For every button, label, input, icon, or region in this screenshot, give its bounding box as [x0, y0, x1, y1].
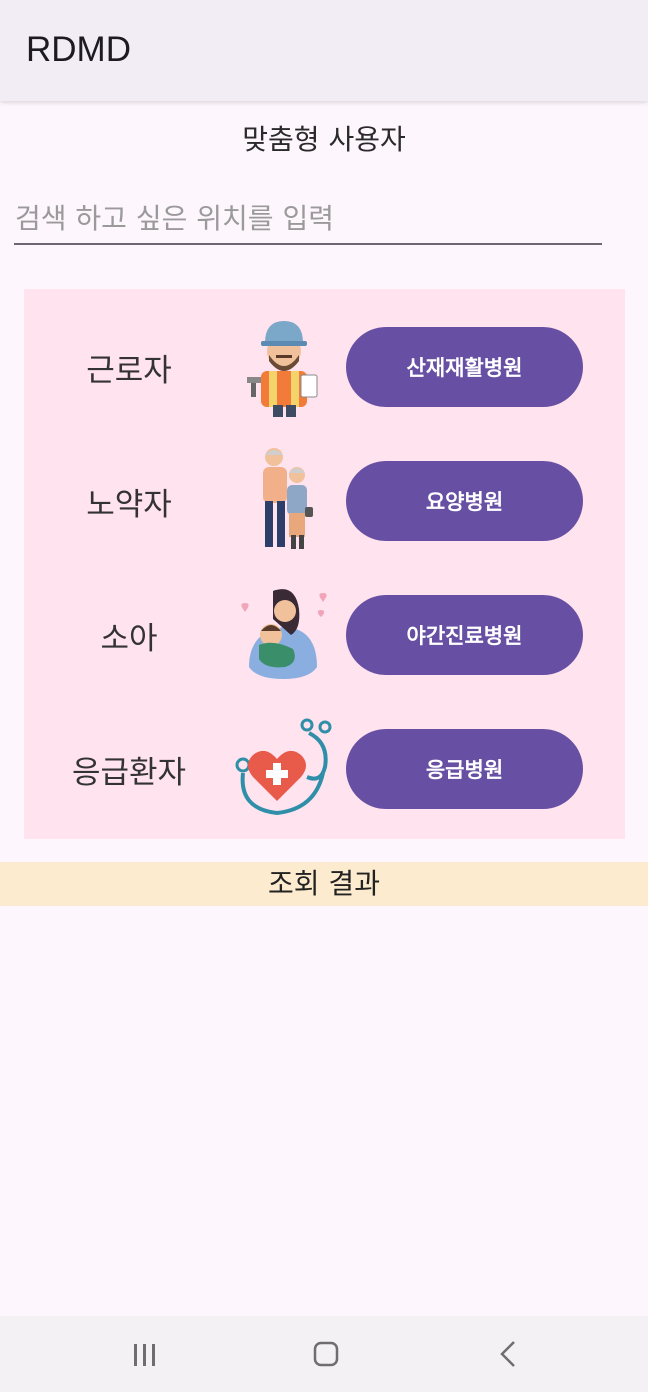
category-label-elderly: 노약자	[86, 487, 172, 523]
night-clinic-button[interactable]: 야간진료병원	[346, 595, 583, 675]
app-title: RDMD	[26, 30, 131, 69]
emergency-hospital-button[interactable]: 응급병원	[346, 729, 583, 809]
category-row-child: 소아 야간진료병원	[24, 579, 625, 689]
category-label-worker: 근로자	[86, 353, 172, 389]
search-input[interactable]	[14, 196, 602, 240]
mother-child-icon	[241, 589, 327, 679]
elderly-couple-icon	[263, 448, 313, 549]
category-row-elderly: 노약자 요양병원	[24, 445, 625, 555]
category-label-child: 소아	[100, 621, 158, 657]
rehab-hospital-button[interactable]: 산재재활병원	[346, 327, 583, 407]
app-bar: RDMD	[0, 0, 648, 101]
search-field[interactable]	[14, 196, 602, 245]
category-row-worker: 근로자 산재재활병원	[24, 311, 625, 421]
heart-stethoscope-icon	[235, 718, 332, 816]
home-icon[interactable]	[296, 1336, 356, 1372]
category-row-emergency: 응급환자 응급병원	[24, 713, 625, 823]
recent-apps-icon[interactable]	[115, 1336, 175, 1372]
back-icon[interactable]	[478, 1336, 538, 1372]
system-nav-bar	[0, 1316, 648, 1392]
construction-worker-icon	[247, 321, 318, 417]
results-header: 조회 결과	[0, 862, 648, 906]
page-subtitle: 맞춤형 사용자	[242, 123, 406, 156]
category-panel: 근로자 산재재활병원 노약자 요양병원 소아 야간진료병원 응급환자 응급병원	[24, 289, 625, 839]
category-label-emergency: 응급환자	[71, 755, 187, 791]
nursing-hospital-button[interactable]: 요양병원	[346, 461, 583, 541]
results-title: 조회 결과	[268, 867, 380, 900]
